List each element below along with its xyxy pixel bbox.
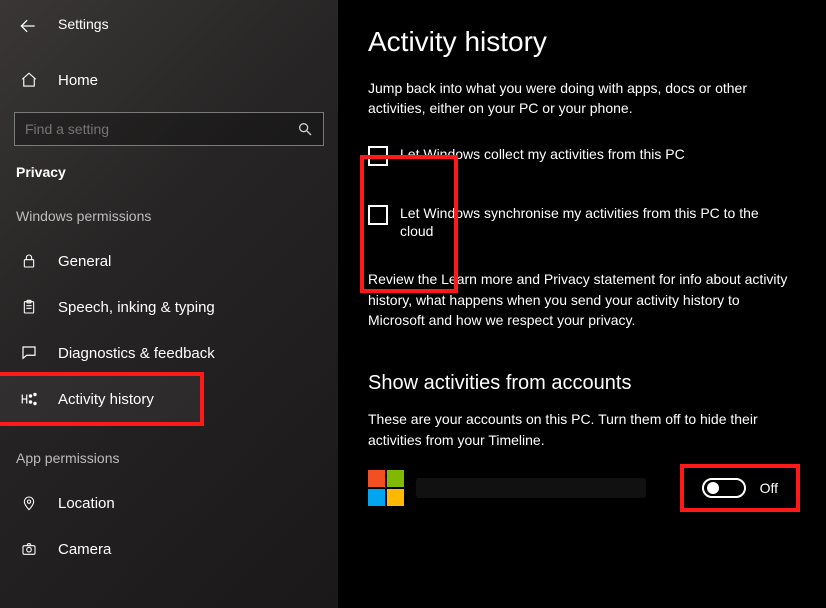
- location-icon: [18, 494, 40, 512]
- nav-camera-label: Camera: [58, 541, 111, 558]
- nav-camera[interactable]: Camera: [0, 526, 338, 572]
- account-toggle-group: Off: [684, 468, 796, 508]
- activity-history-icon: [18, 390, 40, 408]
- search-box[interactable]: [14, 112, 324, 146]
- review-text: Review the Learn more and Privacy statem…: [368, 269, 796, 330]
- accounts-heading: Show activities from accounts: [368, 372, 796, 395]
- accounts-description: These are your accounts on this PC. Turn…: [368, 409, 796, 450]
- back-button[interactable]: [18, 16, 40, 38]
- nav-diagnostics-label: Diagnostics & feedback: [58, 345, 215, 362]
- feedback-icon: [18, 344, 40, 362]
- account-name-redacted: [416, 478, 646, 498]
- nav-speech[interactable]: Speech, inking & typing: [0, 284, 338, 330]
- nav-activity-history-label: Activity history: [58, 391, 154, 408]
- account-toggle[interactable]: [702, 478, 746, 498]
- nav-speech-label: Speech, inking & typing: [58, 299, 215, 316]
- search-input[interactable]: [25, 121, 297, 137]
- group-app-permissions: App permissions: [0, 422, 338, 466]
- intro-text: Jump back into what you were doing with …: [368, 78, 796, 119]
- home-icon: [18, 71, 40, 89]
- nav-location-label: Location: [58, 495, 115, 512]
- checkbox-sync-activities[interactable]: [368, 205, 388, 225]
- nav-home-label: Home: [58, 72, 98, 89]
- checkbox-collect-activities[interactable]: [368, 146, 388, 166]
- nav-diagnostics[interactable]: Diagnostics & feedback: [0, 330, 338, 376]
- lock-icon: [18, 252, 40, 270]
- account-toggle-state: Off: [760, 480, 778, 496]
- section-title: Privacy: [0, 146, 338, 180]
- camera-icon: [18, 541, 40, 557]
- checkbox-collect-activities-label: Let Windows collect my activities from t…: [400, 145, 685, 164]
- nav-general-label: General: [58, 253, 111, 270]
- window-title: Settings: [58, 16, 109, 32]
- page-title: Activity history: [368, 26, 796, 58]
- nav-activity-history[interactable]: Activity history: [0, 376, 200, 422]
- search-icon: [297, 121, 313, 137]
- group-windows-permissions: Windows permissions: [0, 180, 338, 224]
- checkbox-sync-activities-label: Let Windows synchronise my activities fr…: [400, 204, 780, 242]
- nav-home[interactable]: Home: [0, 60, 338, 100]
- nav-location[interactable]: Location: [0, 480, 338, 526]
- microsoft-logo-icon: [368, 470, 404, 506]
- nav-general[interactable]: General: [0, 238, 338, 284]
- clipboard-icon: [18, 298, 40, 316]
